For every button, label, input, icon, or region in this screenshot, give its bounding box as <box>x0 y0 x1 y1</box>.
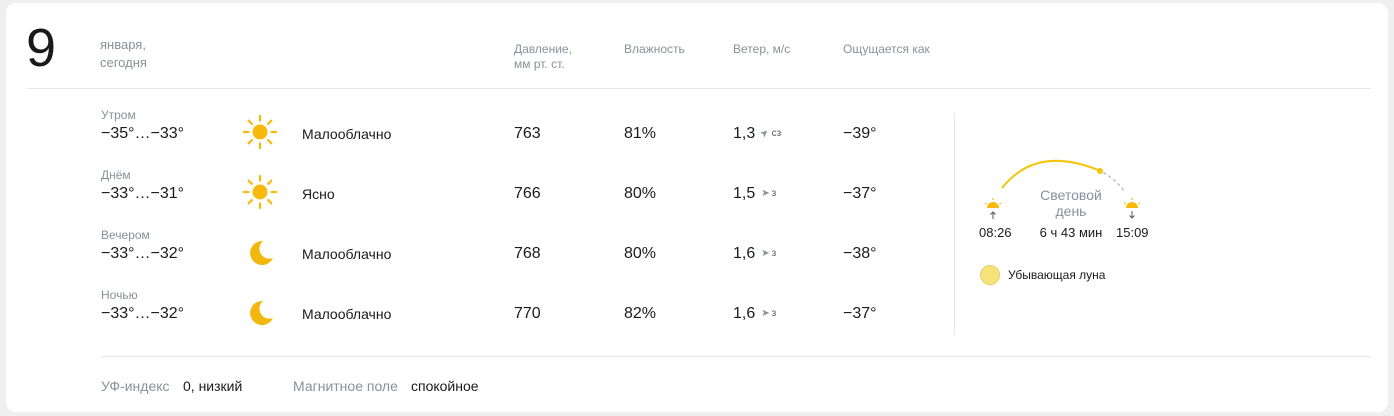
day-subtitle: января, сегодня <box>100 36 220 72</box>
daylight-duration: 6 ч 43 мин <box>1039 225 1103 240</box>
pressure-header-line1: Давление, <box>514 42 572 56</box>
wind-value: 1,5 ➤ З <box>733 184 776 204</box>
wind-direction: З <box>771 248 777 259</box>
sunrise-time: 08:26 <box>979 225 1012 240</box>
humidity-value: 81% <box>624 125 657 142</box>
wind-speed: 1,6 <box>733 305 756 322</box>
wind-speed: 1,3 <box>733 125 756 142</box>
humidity-value: 82% <box>624 305 657 322</box>
sun-icon <box>242 114 278 150</box>
feels-like-value: −37° <box>843 305 877 322</box>
pressure-value: 766 <box>514 185 541 202</box>
pressure-value: 768 <box>514 245 541 262</box>
wind-value: 1,6 ➤ З <box>733 244 776 264</box>
humidity-value: 80% <box>624 185 657 202</box>
feels-like-value: −38° <box>843 245 877 262</box>
sunset-icon <box>1123 198 1141 219</box>
feels-like-header: Ощущается как <box>843 42 930 56</box>
footer-divider <box>101 356 1371 357</box>
sunset-time: 15:09 <box>1116 225 1149 240</box>
day-part-label: Утром <box>101 108 136 122</box>
wind-value: 1,3 ➤СЗ <box>733 124 781 144</box>
forecast-row-evening: Вечером −33°…−32° Малооблачно 768 80% 1,… <box>6 228 946 288</box>
pressure-value: 770 <box>514 305 541 322</box>
weather-day-card: 9 января, сегодня Давление, мм рт. ст. В… <box>6 3 1388 412</box>
moon-phase-label: Убывающая луна <box>1008 268 1106 282</box>
temperature-range: −35°…−33° <box>101 125 185 142</box>
wind-header: Ветер, м/с <box>733 42 791 56</box>
daylight-arc-path <box>1001 159 1099 189</box>
magnetic-field-value: спокойное <box>411 378 479 394</box>
day-number: 9 <box>26 18 57 78</box>
condition-text: Малооблачно <box>302 306 392 322</box>
sunrise-icon <box>984 198 1002 219</box>
day-part-label: Вечером <box>101 228 150 242</box>
day-part-label: Днём <box>101 168 131 182</box>
condition-text: Малооблачно <box>302 246 392 262</box>
wind-direction-arrow-icon: ➤ <box>761 248 770 259</box>
humidity-header: Влажность <box>624 42 685 56</box>
relative-day-label: сегодня <box>100 55 147 70</box>
feels-like-value: −39° <box>843 125 877 142</box>
month-label: января, <box>100 37 146 52</box>
pressure-header-line2: мм рт. ст. <box>514 57 565 71</box>
pressure-header: Давление, мм рт. ст. <box>514 42 572 72</box>
wind-direction-arrow-icon: ➤ <box>761 308 770 319</box>
temperature-range: −33°…−32° <box>101 245 185 262</box>
magnetic-field-label: Магнитное поле <box>293 378 398 394</box>
pressure-value: 763 <box>514 125 541 142</box>
condition-text: Малооблачно <box>302 126 392 142</box>
wind-direction: З <box>771 308 777 319</box>
daylight-label-line1: Световой <box>1040 187 1102 203</box>
vertical-divider <box>954 113 955 335</box>
humidity-value: 80% <box>624 245 657 262</box>
forecast-row-night: Ночью −33°…−32° Малооблачно 770 82% 1,6 ➤… <box>6 288 946 348</box>
wind-speed: 1,5 <box>733 185 756 202</box>
feels-like-value: −37° <box>843 185 877 202</box>
temperature-range: −33°…−32° <box>101 305 185 322</box>
sun-icon <box>242 174 278 210</box>
header-divider <box>27 88 1371 89</box>
wind-value: 1,6 ➤ З <box>733 304 776 324</box>
wind-direction-arrow-icon: ➤ <box>761 188 770 199</box>
uv-index-value: 0, низкий <box>183 378 243 394</box>
sun-position-dot <box>1097 168 1103 174</box>
daylight-label: Световой день <box>1026 187 1116 219</box>
daylight-label-line2: день <box>1055 203 1087 219</box>
wind-speed: 1,6 <box>733 245 756 262</box>
moon-icon <box>242 234 278 270</box>
temperature-range: −33°…−31° <box>101 185 185 202</box>
wind-direction: З <box>771 188 777 199</box>
day-part-label: Ночью <box>101 288 138 302</box>
moon-icon <box>242 294 278 330</box>
forecast-row-morning: Утром −35°…−33° Малооблачно 763 81% 1,3 ➤… <box>6 108 946 168</box>
uv-index-label: УФ-индекс <box>101 378 170 394</box>
forecast-row-day: Днём −33°…−31° Ясно 766 80% 1,5 ➤ З −37° <box>6 168 946 228</box>
moon-phase-icon <box>980 265 1000 285</box>
condition-text: Ясно <box>302 186 335 202</box>
